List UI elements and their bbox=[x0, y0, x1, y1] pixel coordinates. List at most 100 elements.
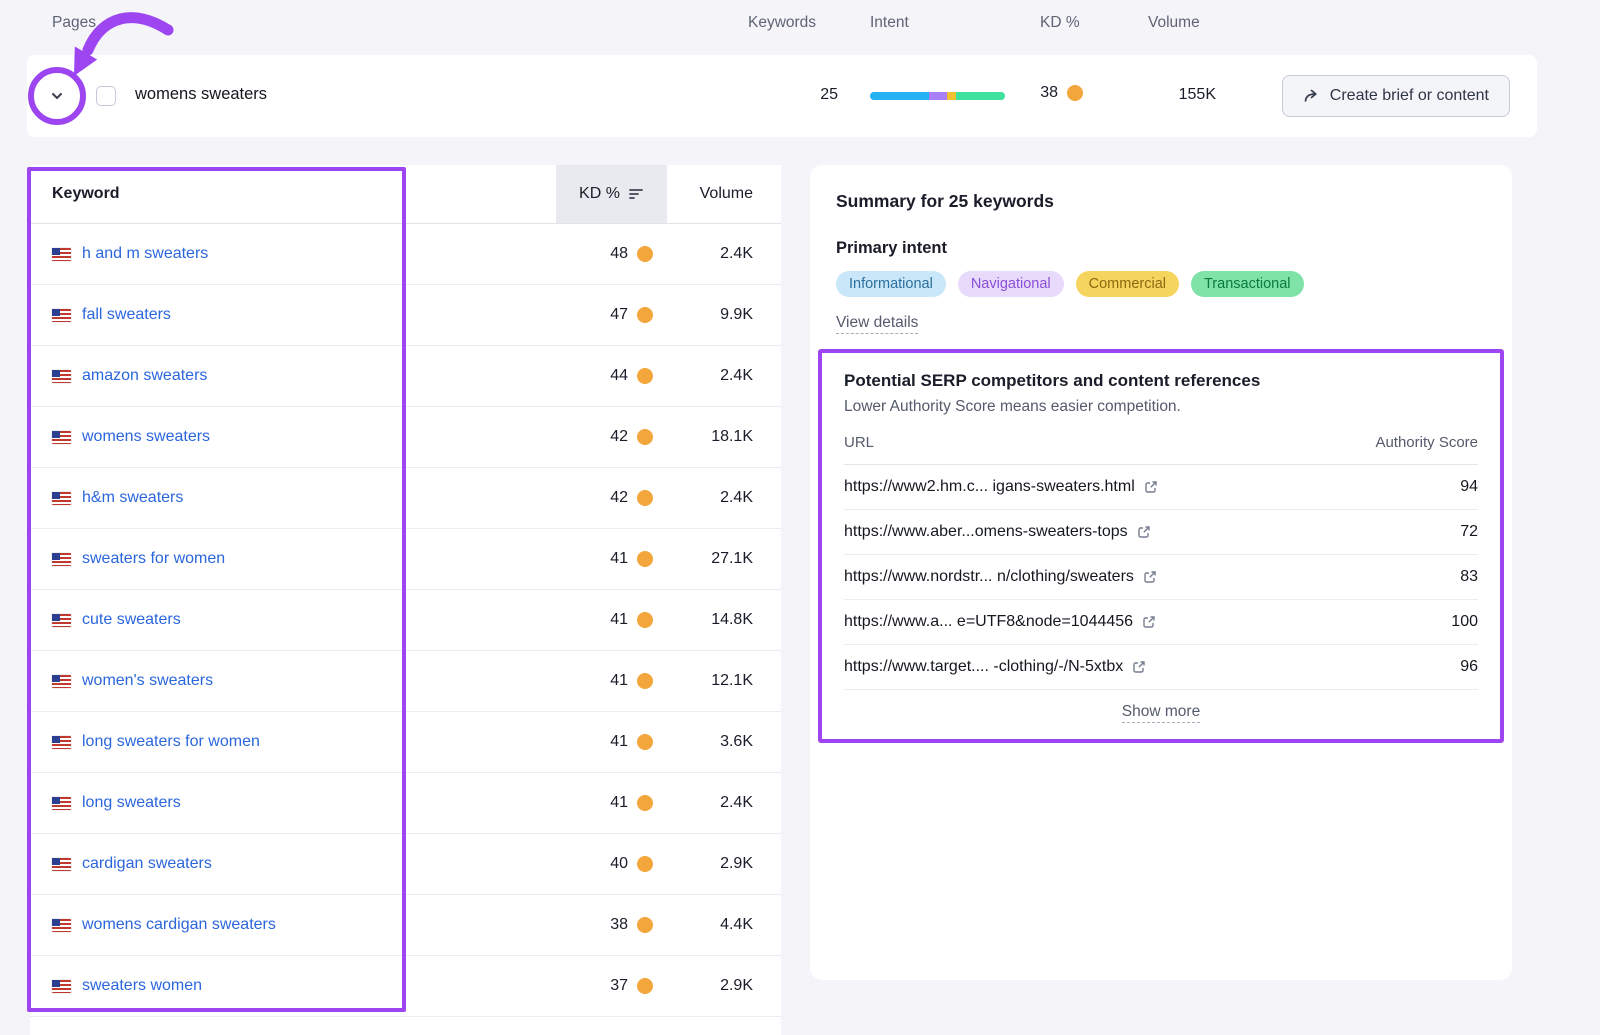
keywords-column-header: Keywords bbox=[748, 14, 816, 32]
kd-cell: 41 bbox=[556, 733, 667, 751]
show-more-link[interactable]: Show more bbox=[1122, 703, 1200, 723]
kd-value: 41 bbox=[610, 611, 628, 629]
create-brief-button[interactable]: Create brief or content bbox=[1282, 75, 1510, 117]
keyword-cell: h&m sweaters bbox=[30, 489, 556, 507]
kd-cell: 41 bbox=[556, 550, 667, 568]
intent-badge: Commercial bbox=[1076, 271, 1179, 297]
kd-dot bbox=[637, 978, 653, 994]
keyword-link[interactable]: long sweaters bbox=[82, 794, 181, 812]
keyword-row: women's sweaters 41 12.1K bbox=[30, 651, 781, 712]
show-more-wrap: Show more bbox=[844, 703, 1478, 723]
competitor-url-link[interactable]: https://www.target.... -clothing/-/N-5xt… bbox=[844, 658, 1146, 676]
volume-cell: 14.8K bbox=[667, 611, 781, 629]
kd-cell: 41 bbox=[556, 672, 667, 690]
us-flag-icon bbox=[52, 980, 71, 993]
keyword-link[interactable]: long sweaters for women bbox=[82, 733, 260, 751]
kd-value: 41 bbox=[610, 550, 628, 568]
kd-dot bbox=[637, 917, 653, 933]
kd-header-label: KD % bbox=[579, 185, 620, 203]
kd-value: 41 bbox=[610, 733, 628, 751]
volume-cell: 3.6K bbox=[667, 733, 781, 751]
kd-cell: 41 bbox=[556, 794, 667, 812]
keyword-cell: sweaters women bbox=[30, 977, 556, 995]
intent-bar-segment bbox=[870, 92, 929, 100]
keyword-cell: cute sweaters bbox=[30, 611, 556, 629]
kd-cell: 40 bbox=[556, 855, 667, 873]
kd-dot bbox=[637, 612, 653, 628]
keyword-cell: long sweaters bbox=[30, 794, 556, 812]
primary-intent-label: Primary intent bbox=[836, 239, 1486, 258]
volume-cell: 2.4K bbox=[667, 794, 781, 812]
url-text: https://www.nordstr... n/clothing/sweate… bbox=[844, 568, 1134, 586]
authority-score-value: 100 bbox=[1451, 613, 1478, 631]
volume-cell: 4.4K bbox=[667, 916, 781, 934]
serp-subtitle: Lower Authority Score means easier compe… bbox=[844, 398, 1478, 416]
kd-value: 47 bbox=[610, 306, 628, 324]
competitor-url-link[interactable]: https://www2.hm.c... igans-sweaters.html bbox=[844, 478, 1158, 496]
external-link-icon bbox=[1137, 525, 1151, 539]
view-details-link[interactable]: View details bbox=[836, 314, 918, 334]
kd-value: 41 bbox=[610, 794, 628, 812]
keyword-link[interactable]: h and m sweaters bbox=[82, 245, 208, 263]
annotation-arrow bbox=[88, 18, 168, 50]
keyword-link[interactable]: cute sweaters bbox=[82, 611, 181, 629]
kd-value: 42 bbox=[610, 489, 628, 507]
volume-cell: 27.1K bbox=[667, 550, 781, 568]
keyword-link[interactable]: fall sweaters bbox=[82, 306, 171, 324]
kd-dot bbox=[637, 368, 653, 384]
serp-row: https://www.nordstr... n/clothing/sweate… bbox=[844, 555, 1478, 600]
keyword-rows: h and m sweaters 48 2.4K fall sweaters bbox=[30, 224, 781, 1017]
kd-cell: 47 bbox=[556, 306, 667, 324]
keyword-link[interactable]: women's sweaters bbox=[82, 672, 213, 690]
volume-cell: 2.4K bbox=[667, 245, 781, 263]
serp-competitors-box: Potential SERP competitors and content r… bbox=[818, 349, 1504, 743]
kd-column-header-top: KD % bbox=[1040, 14, 1080, 32]
kd-value: 37 bbox=[610, 977, 628, 995]
keyword-link[interactable]: h&m sweaters bbox=[82, 489, 183, 507]
keyword-link[interactable]: womens sweaters bbox=[82, 428, 210, 446]
keyword-link[interactable]: sweaters women bbox=[82, 977, 202, 995]
expand-chevron-button[interactable] bbox=[39, 78, 75, 114]
keywords-count: 25 bbox=[789, 86, 838, 104]
intent-bar-segment bbox=[956, 92, 1005, 100]
keyword-link[interactable]: sweaters for women bbox=[82, 550, 225, 568]
keyword-cell: long sweaters for women bbox=[30, 733, 556, 751]
external-link-icon bbox=[1144, 480, 1158, 494]
kd-dot bbox=[637, 795, 653, 811]
us-flag-icon bbox=[52, 614, 71, 627]
keyword-row: cute sweaters 41 14.8K bbox=[30, 590, 781, 651]
keyword-cell: sweaters for women bbox=[30, 550, 556, 568]
keyword-link[interactable]: cardigan sweaters bbox=[82, 855, 212, 873]
keyword-row: womens sweaters 42 18.1K bbox=[30, 407, 781, 468]
us-flag-icon bbox=[52, 309, 71, 322]
serp-rows: https://www2.hm.c... igans-sweaters.html… bbox=[844, 465, 1478, 690]
volume-header-cell[interactable]: Volume bbox=[667, 165, 781, 223]
volume-value: 155K bbox=[1125, 86, 1216, 104]
us-flag-icon bbox=[52, 797, 71, 810]
serp-table-header: URL Authority Score bbox=[844, 434, 1478, 465]
row-checkbox[interactable] bbox=[96, 86, 116, 106]
keyword-cell: cardigan sweaters bbox=[30, 855, 556, 873]
kd-cell: 42 bbox=[556, 428, 667, 446]
external-link-icon bbox=[1132, 660, 1146, 674]
us-flag-icon bbox=[52, 736, 71, 749]
us-flag-icon bbox=[52, 431, 71, 444]
competitor-url-link[interactable]: https://www.a... e=UTF8&node=1044456 bbox=[844, 613, 1156, 631]
keyword-link[interactable]: womens cardigan sweaters bbox=[82, 916, 276, 934]
external-link-icon bbox=[1142, 615, 1156, 629]
volume-cell: 18.1K bbox=[667, 428, 781, 446]
authority-score-value: 83 bbox=[1460, 568, 1478, 586]
keyword-link[interactable]: amazon sweaters bbox=[82, 367, 207, 385]
keyword-row: sweaters for women 41 27.1K bbox=[30, 529, 781, 590]
volume-cell: 12.1K bbox=[667, 672, 781, 690]
url-column-label: URL bbox=[844, 434, 874, 451]
volume-cell: 9.9K bbox=[667, 306, 781, 324]
competitor-url-link[interactable]: https://www.nordstr... n/clothing/sweate… bbox=[844, 568, 1157, 586]
us-flag-icon bbox=[52, 248, 71, 261]
intent-bar-segment bbox=[929, 92, 947, 100]
kd-sort-header[interactable]: KD % bbox=[556, 165, 667, 223]
us-flag-icon bbox=[52, 675, 71, 688]
volume-column-header-top: Volume bbox=[1148, 14, 1200, 32]
competitor-url-link[interactable]: https://www.aber...omens-sweaters-tops bbox=[844, 523, 1151, 541]
summary-panel: Summary for 25 keywords Primary intent I… bbox=[810, 165, 1512, 980]
